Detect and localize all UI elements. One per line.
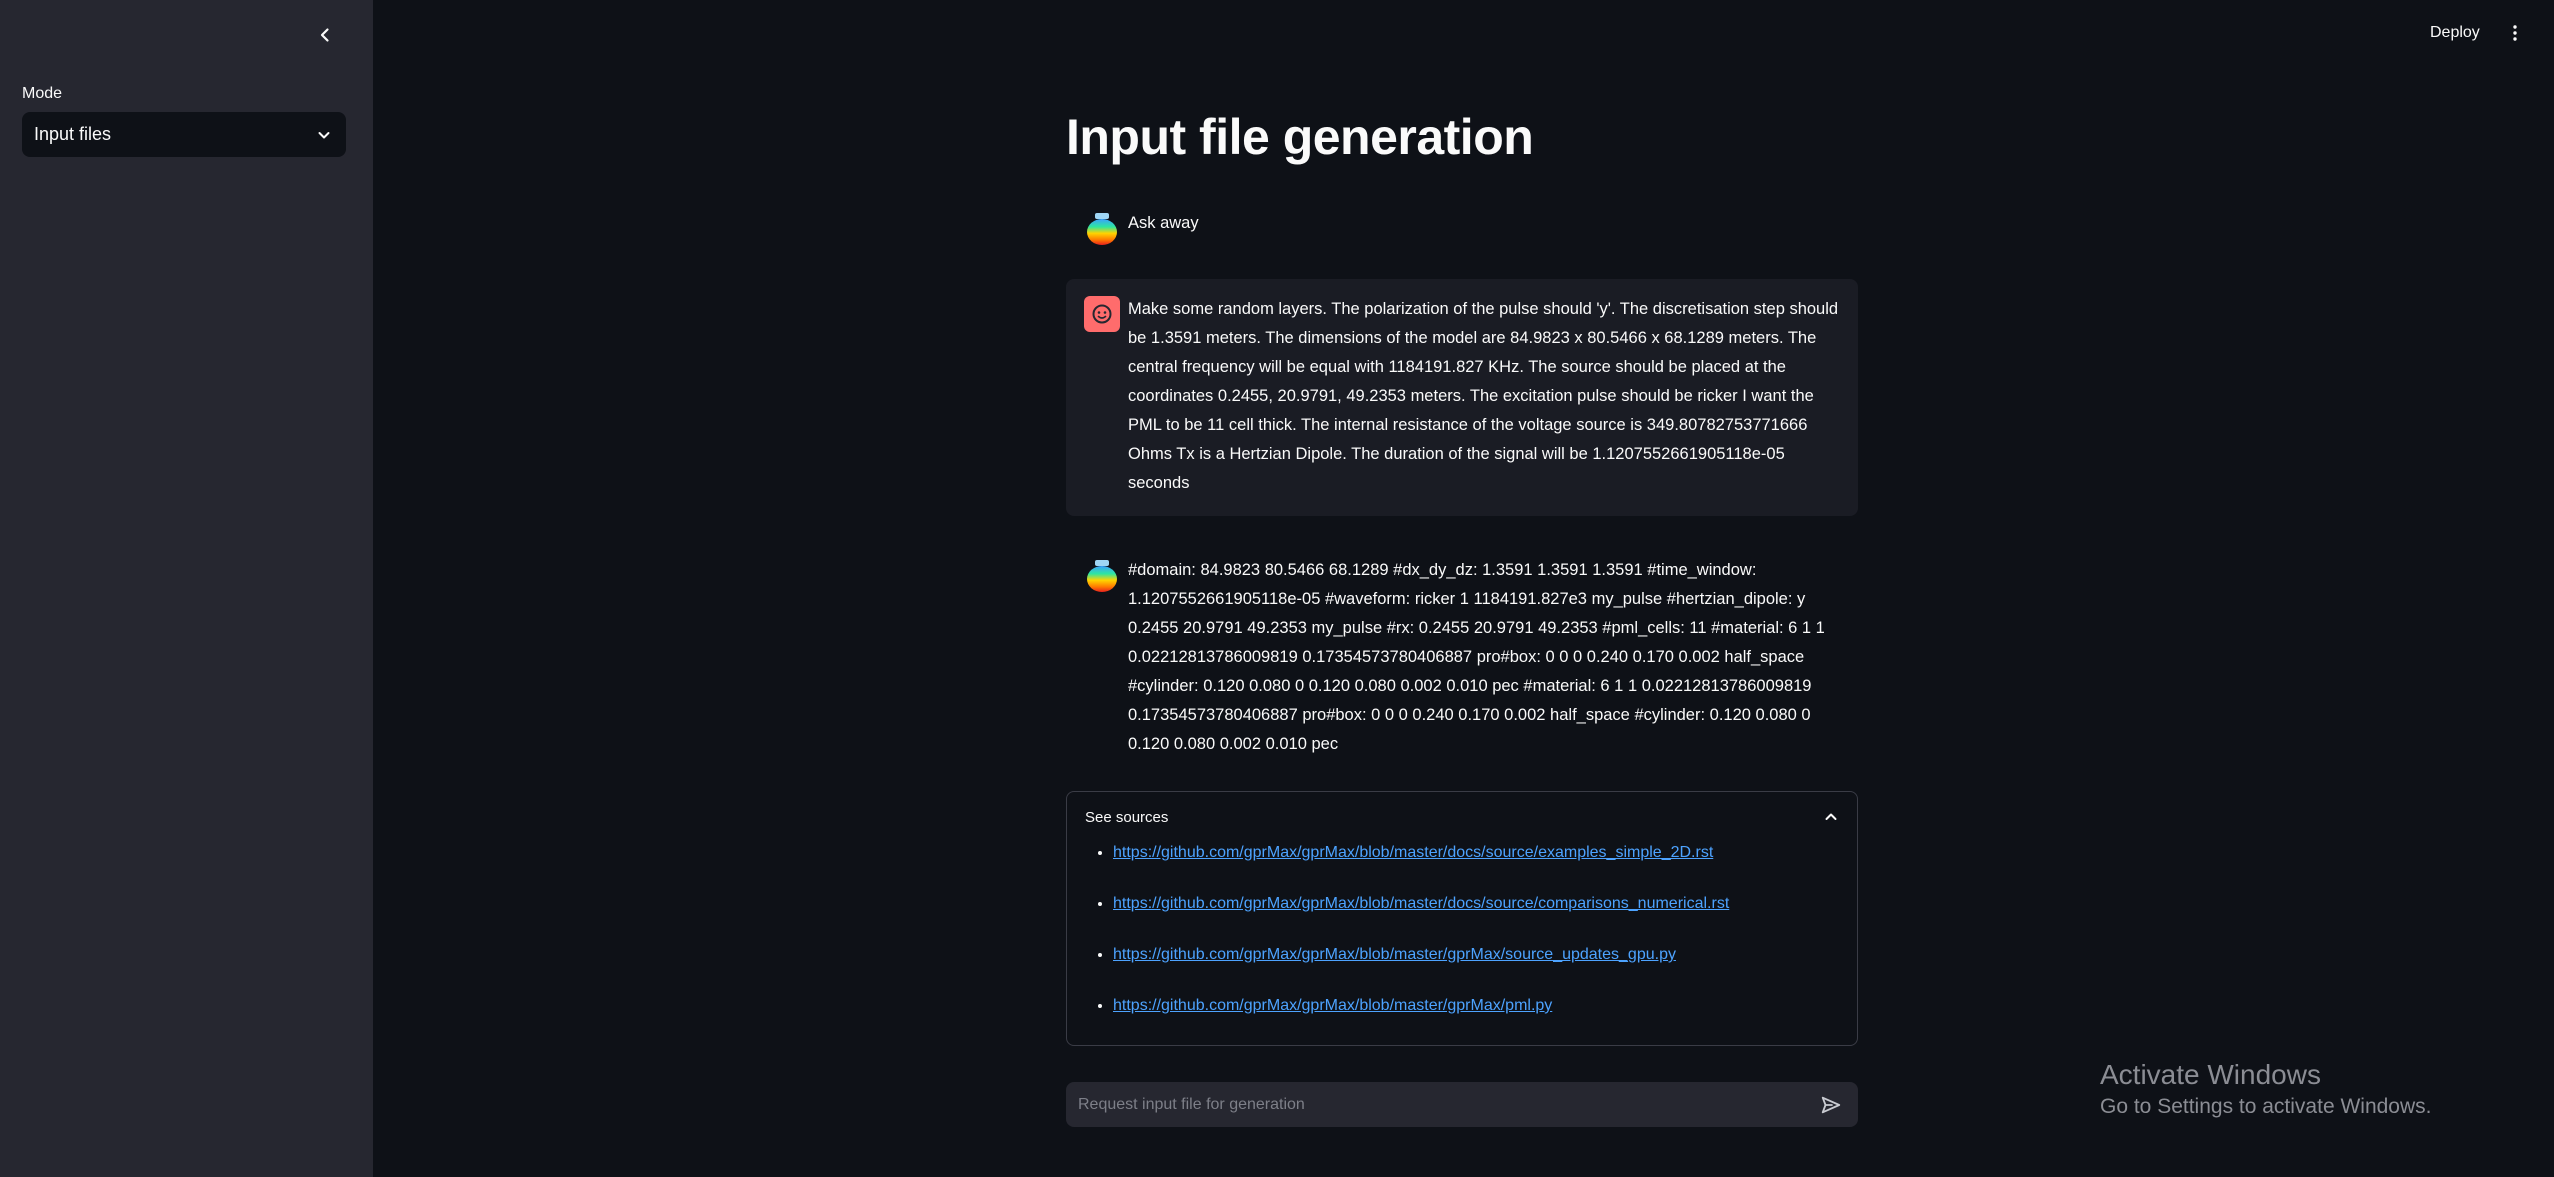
send-button[interactable]	[1814, 1088, 1848, 1122]
mode-selected-value: Input files	[34, 124, 112, 144]
source-link[interactable]: https://github.com/gprMax/gprMax/blob/ma…	[1113, 844, 1713, 861]
source-link[interactable]: https://github.com/gprMax/gprMax/blob/ma…	[1113, 997, 1552, 1014]
chat-message-user: Make some random layers. The polarizatio…	[1066, 279, 1858, 516]
message-text: Ask away	[1128, 214, 1199, 232]
chat-message-assistant: Ask away	[1066, 193, 1858, 255]
watermark-subtitle: Go to Settings to activate Windows.	[2100, 1095, 2432, 1118]
assistant-avatar-icon	[1087, 213, 1117, 245]
watermark-title: Activate Windows	[2100, 1059, 2321, 1090]
face-icon	[1092, 304, 1112, 324]
list-item: https://github.com/gprMax/gprMax/blob/ma…	[1113, 844, 1729, 895]
chat-message-assistant: #domain: 84.9823 80.5466 68.1289 #dx_dy_…	[1066, 540, 1858, 760]
sources-expander-header[interactable]: See sources	[1085, 802, 1839, 832]
list-item: https://github.com/gprMax/gprMax/blob/ma…	[1113, 946, 1729, 997]
page-title: Input file generation	[1066, 109, 1534, 165]
chevron-down-icon	[318, 131, 330, 138]
sidebar: Mode Input files	[0, 0, 373, 1177]
chat-input[interactable]	[1076, 1094, 1814, 1115]
activate-windows-watermark: Activate Windows Go to Settings to activ…	[2100, 1058, 2432, 1122]
kebab-menu-icon	[2513, 25, 2517, 41]
sources-list: https://github.com/gprMax/gprMax/blob/ma…	[1085, 844, 1729, 1048]
main-menu-button[interactable]	[2500, 18, 2530, 48]
list-item: https://github.com/gprMax/gprMax/blob/ma…	[1113, 997, 1729, 1048]
list-item: https://github.com/gprMax/gprMax/blob/ma…	[1113, 895, 1729, 946]
message-text: #domain: 84.9823 80.5466 68.1289 #dx_dy_…	[1128, 561, 1825, 753]
send-icon	[1821, 1096, 1841, 1113]
assistant-avatar-icon	[1087, 560, 1117, 592]
mode-select[interactable]: Input files	[22, 112, 346, 157]
mode-label: Mode	[22, 85, 63, 102]
chevron-left-icon	[320, 28, 329, 42]
source-link[interactable]: https://github.com/gprMax/gprMax/blob/ma…	[1113, 895, 1729, 912]
user-avatar	[1084, 296, 1120, 332]
message-text: Make some random layers. The polarizatio…	[1128, 300, 1839, 492]
chevron-up-icon	[1825, 813, 1837, 820]
chat-input-container	[1066, 1082, 1858, 1127]
source-link[interactable]: https://github.com/gprMax/gprMax/blob/ma…	[1113, 946, 1676, 963]
collapse-sidebar-button[interactable]	[310, 20, 340, 50]
deploy-button[interactable]: Deploy	[2420, 18, 2490, 48]
sources-expander: See sources https://github.com/gprMax/gp…	[1066, 791, 1858, 1046]
sources-header-label: See sources	[1085, 808, 1169, 826]
